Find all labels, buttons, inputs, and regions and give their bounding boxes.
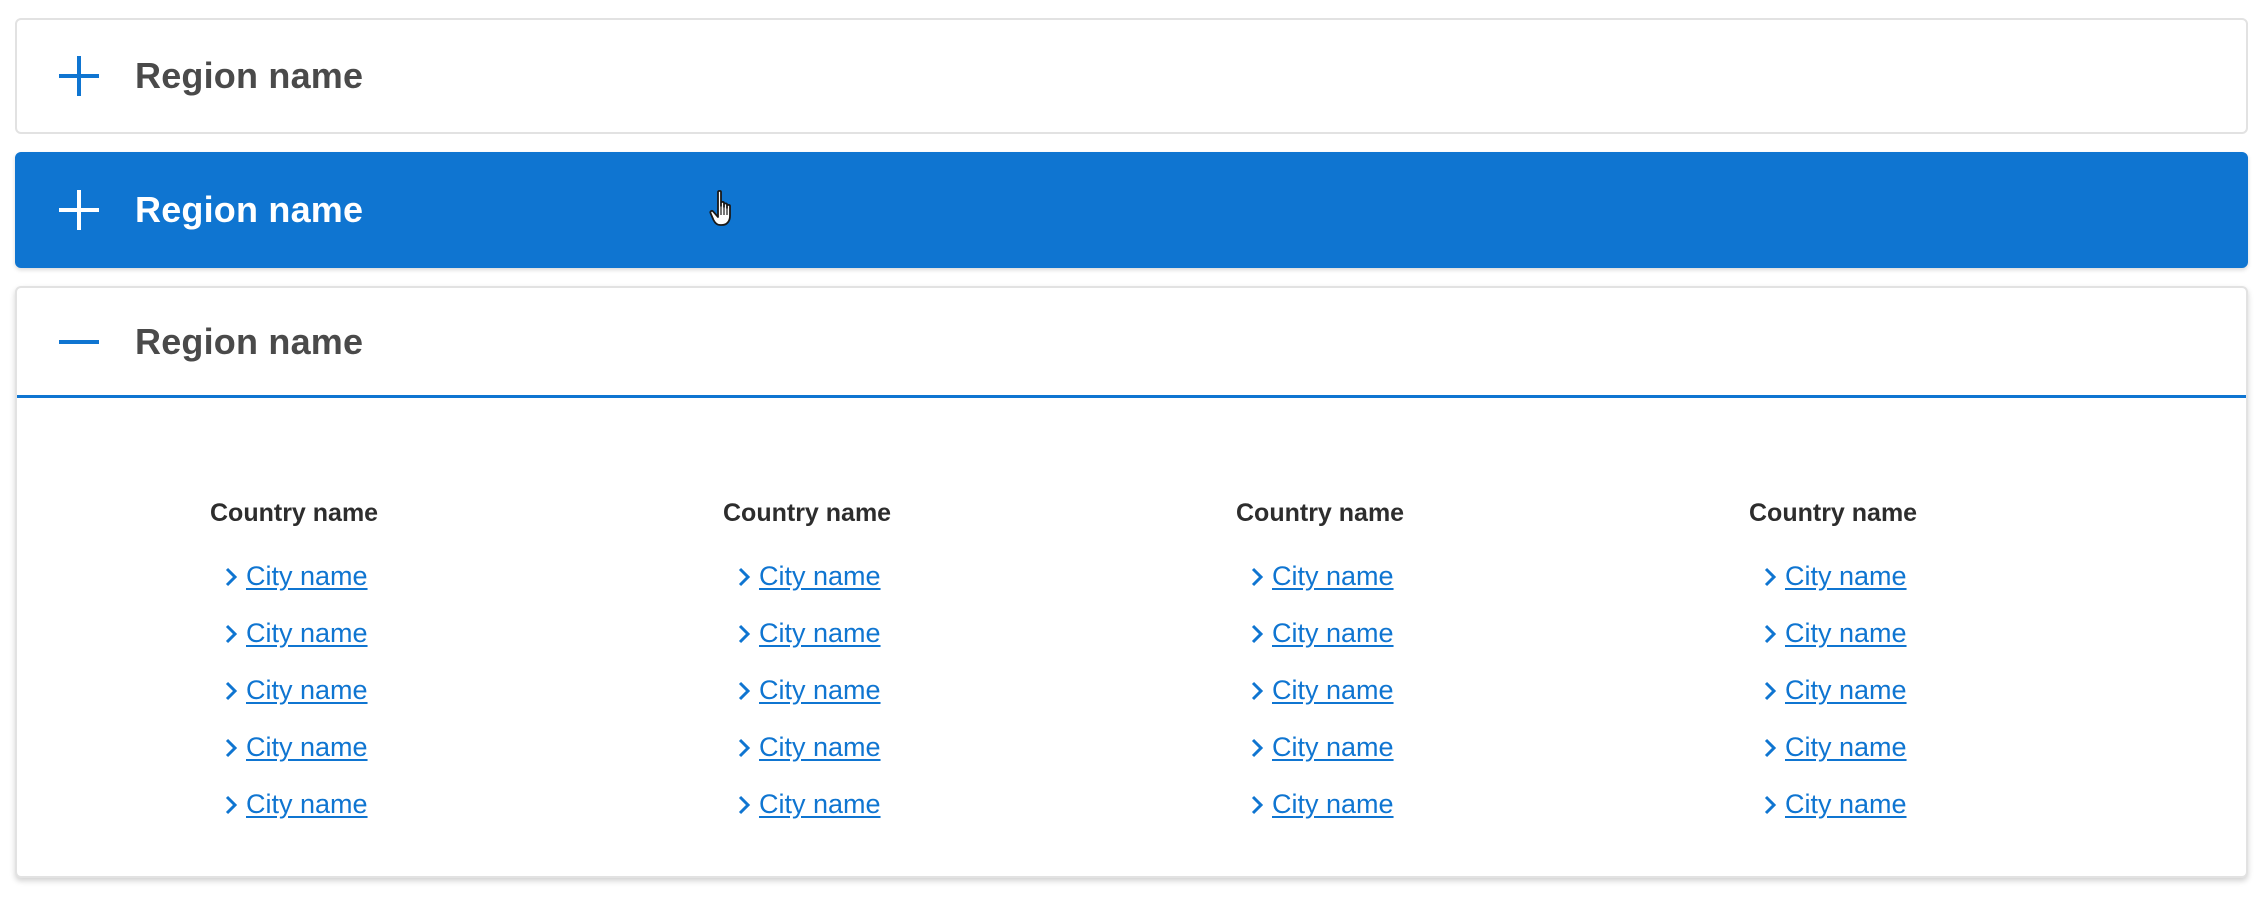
city-list-item: City name <box>1236 605 1636 662</box>
country-column: Country name City name City name City na… <box>723 498 1123 833</box>
region-accordion-header[interactable]: Region name <box>17 288 2246 398</box>
city-link[interactable]: City name <box>759 732 881 763</box>
region-title: Region name <box>135 55 364 96</box>
city-list-item: City name <box>1236 719 1636 776</box>
region-accordion-2: Region name <box>15 152 2248 268</box>
city-list-item: City name <box>210 605 610 662</box>
region-panel-body: Country name City name City name City na… <box>17 398 2246 873</box>
country-name: Country name <box>1236 499 1405 527</box>
city-list-item: City name <box>1749 605 2149 662</box>
city-link[interactable]: City name <box>759 675 881 706</box>
chevron-right-icon <box>738 738 751 757</box>
region-accordion-1: Region name <box>15 18 2248 134</box>
city-list-item: City name <box>210 719 610 776</box>
region-accordion-header[interactable]: Region name <box>17 154 2246 266</box>
country-name: Country name <box>723 499 892 527</box>
city-link[interactable]: City name <box>246 618 368 649</box>
country-column: Country name City name City name City na… <box>210 498 610 833</box>
city-list-item: City name <box>1749 776 2149 833</box>
city-link[interactable]: City name <box>1785 732 1907 763</box>
city-list: City name City name City name City name … <box>1236 548 1636 833</box>
city-link[interactable]: City name <box>1272 618 1394 649</box>
minus-icon <box>59 339 99 344</box>
chevron-right-icon <box>1251 795 1264 814</box>
city-link[interactable]: City name <box>759 561 881 592</box>
city-link[interactable]: City name <box>246 789 368 820</box>
city-link[interactable]: City name <box>246 732 368 763</box>
city-link[interactable]: City name <box>759 789 881 820</box>
city-link[interactable]: City name <box>1272 732 1394 763</box>
city-list-item: City name <box>1749 548 2149 605</box>
plus-icon <box>59 190 99 230</box>
region-title: Region name <box>135 189 364 230</box>
chevron-right-icon <box>1251 624 1264 643</box>
chevron-right-icon <box>1251 738 1264 757</box>
city-link[interactable]: City name <box>246 675 368 706</box>
chevron-right-icon <box>225 681 238 700</box>
chevron-right-icon <box>1764 567 1777 586</box>
city-link[interactable]: City name <box>1272 561 1394 592</box>
chevron-right-icon <box>1251 567 1264 586</box>
country-column: Country name City name City name City na… <box>1749 498 2149 833</box>
city-list-item: City name <box>210 776 610 833</box>
city-link[interactable]: City name <box>246 561 368 592</box>
city-list-item: City name <box>723 548 1123 605</box>
city-list-item: City name <box>210 548 610 605</box>
city-list: City name City name City name City name … <box>723 548 1123 833</box>
chevron-right-icon <box>738 624 751 643</box>
city-list: City name City name City name City name … <box>1749 548 2149 833</box>
chevron-right-icon <box>1764 795 1777 814</box>
city-list-item: City name <box>1236 548 1636 605</box>
region-accordion-header[interactable]: Region name <box>17 20 2246 132</box>
city-list: City name City name City name City name … <box>210 548 610 833</box>
city-list-item: City name <box>723 719 1123 776</box>
hand-pointer-cursor-icon <box>709 189 731 226</box>
plus-icon <box>59 56 99 96</box>
city-list-item: City name <box>723 776 1123 833</box>
country-name: Country name <box>1749 499 1918 527</box>
city-list-item: City name <box>210 662 610 719</box>
region-title: Region name <box>135 320 364 362</box>
city-list-item: City name <box>723 605 1123 662</box>
city-list-item: City name <box>723 662 1123 719</box>
city-link[interactable]: City name <box>759 618 881 649</box>
country-name: Country name <box>210 499 379 527</box>
region-accordion-3: Region name Country name City name City … <box>15 286 2248 878</box>
chevron-right-icon <box>1764 681 1777 700</box>
city-list-item: City name <box>1749 719 2149 776</box>
city-list-item: City name <box>1749 662 2149 719</box>
chevron-right-icon <box>1251 681 1264 700</box>
chevron-right-icon <box>225 795 238 814</box>
chevron-right-icon <box>738 681 751 700</box>
city-link[interactable]: City name <box>1272 789 1394 820</box>
city-link[interactable]: City name <box>1785 618 1907 649</box>
city-link[interactable]: City name <box>1785 675 1907 706</box>
chevron-right-icon <box>738 795 751 814</box>
chevron-right-icon <box>225 567 238 586</box>
chevron-right-icon <box>225 738 238 757</box>
chevron-right-icon <box>225 624 238 643</box>
chevron-right-icon <box>1764 624 1777 643</box>
city-link[interactable]: City name <box>1785 789 1907 820</box>
chevron-right-icon <box>738 567 751 586</box>
chevron-right-icon <box>1764 738 1777 757</box>
country-column: Country name City name City name City na… <box>1236 498 1636 833</box>
city-list-item: City name <box>1236 662 1636 719</box>
city-link[interactable]: City name <box>1785 561 1907 592</box>
city-link[interactable]: City name <box>1272 675 1394 706</box>
city-list-item: City name <box>1236 776 1636 833</box>
